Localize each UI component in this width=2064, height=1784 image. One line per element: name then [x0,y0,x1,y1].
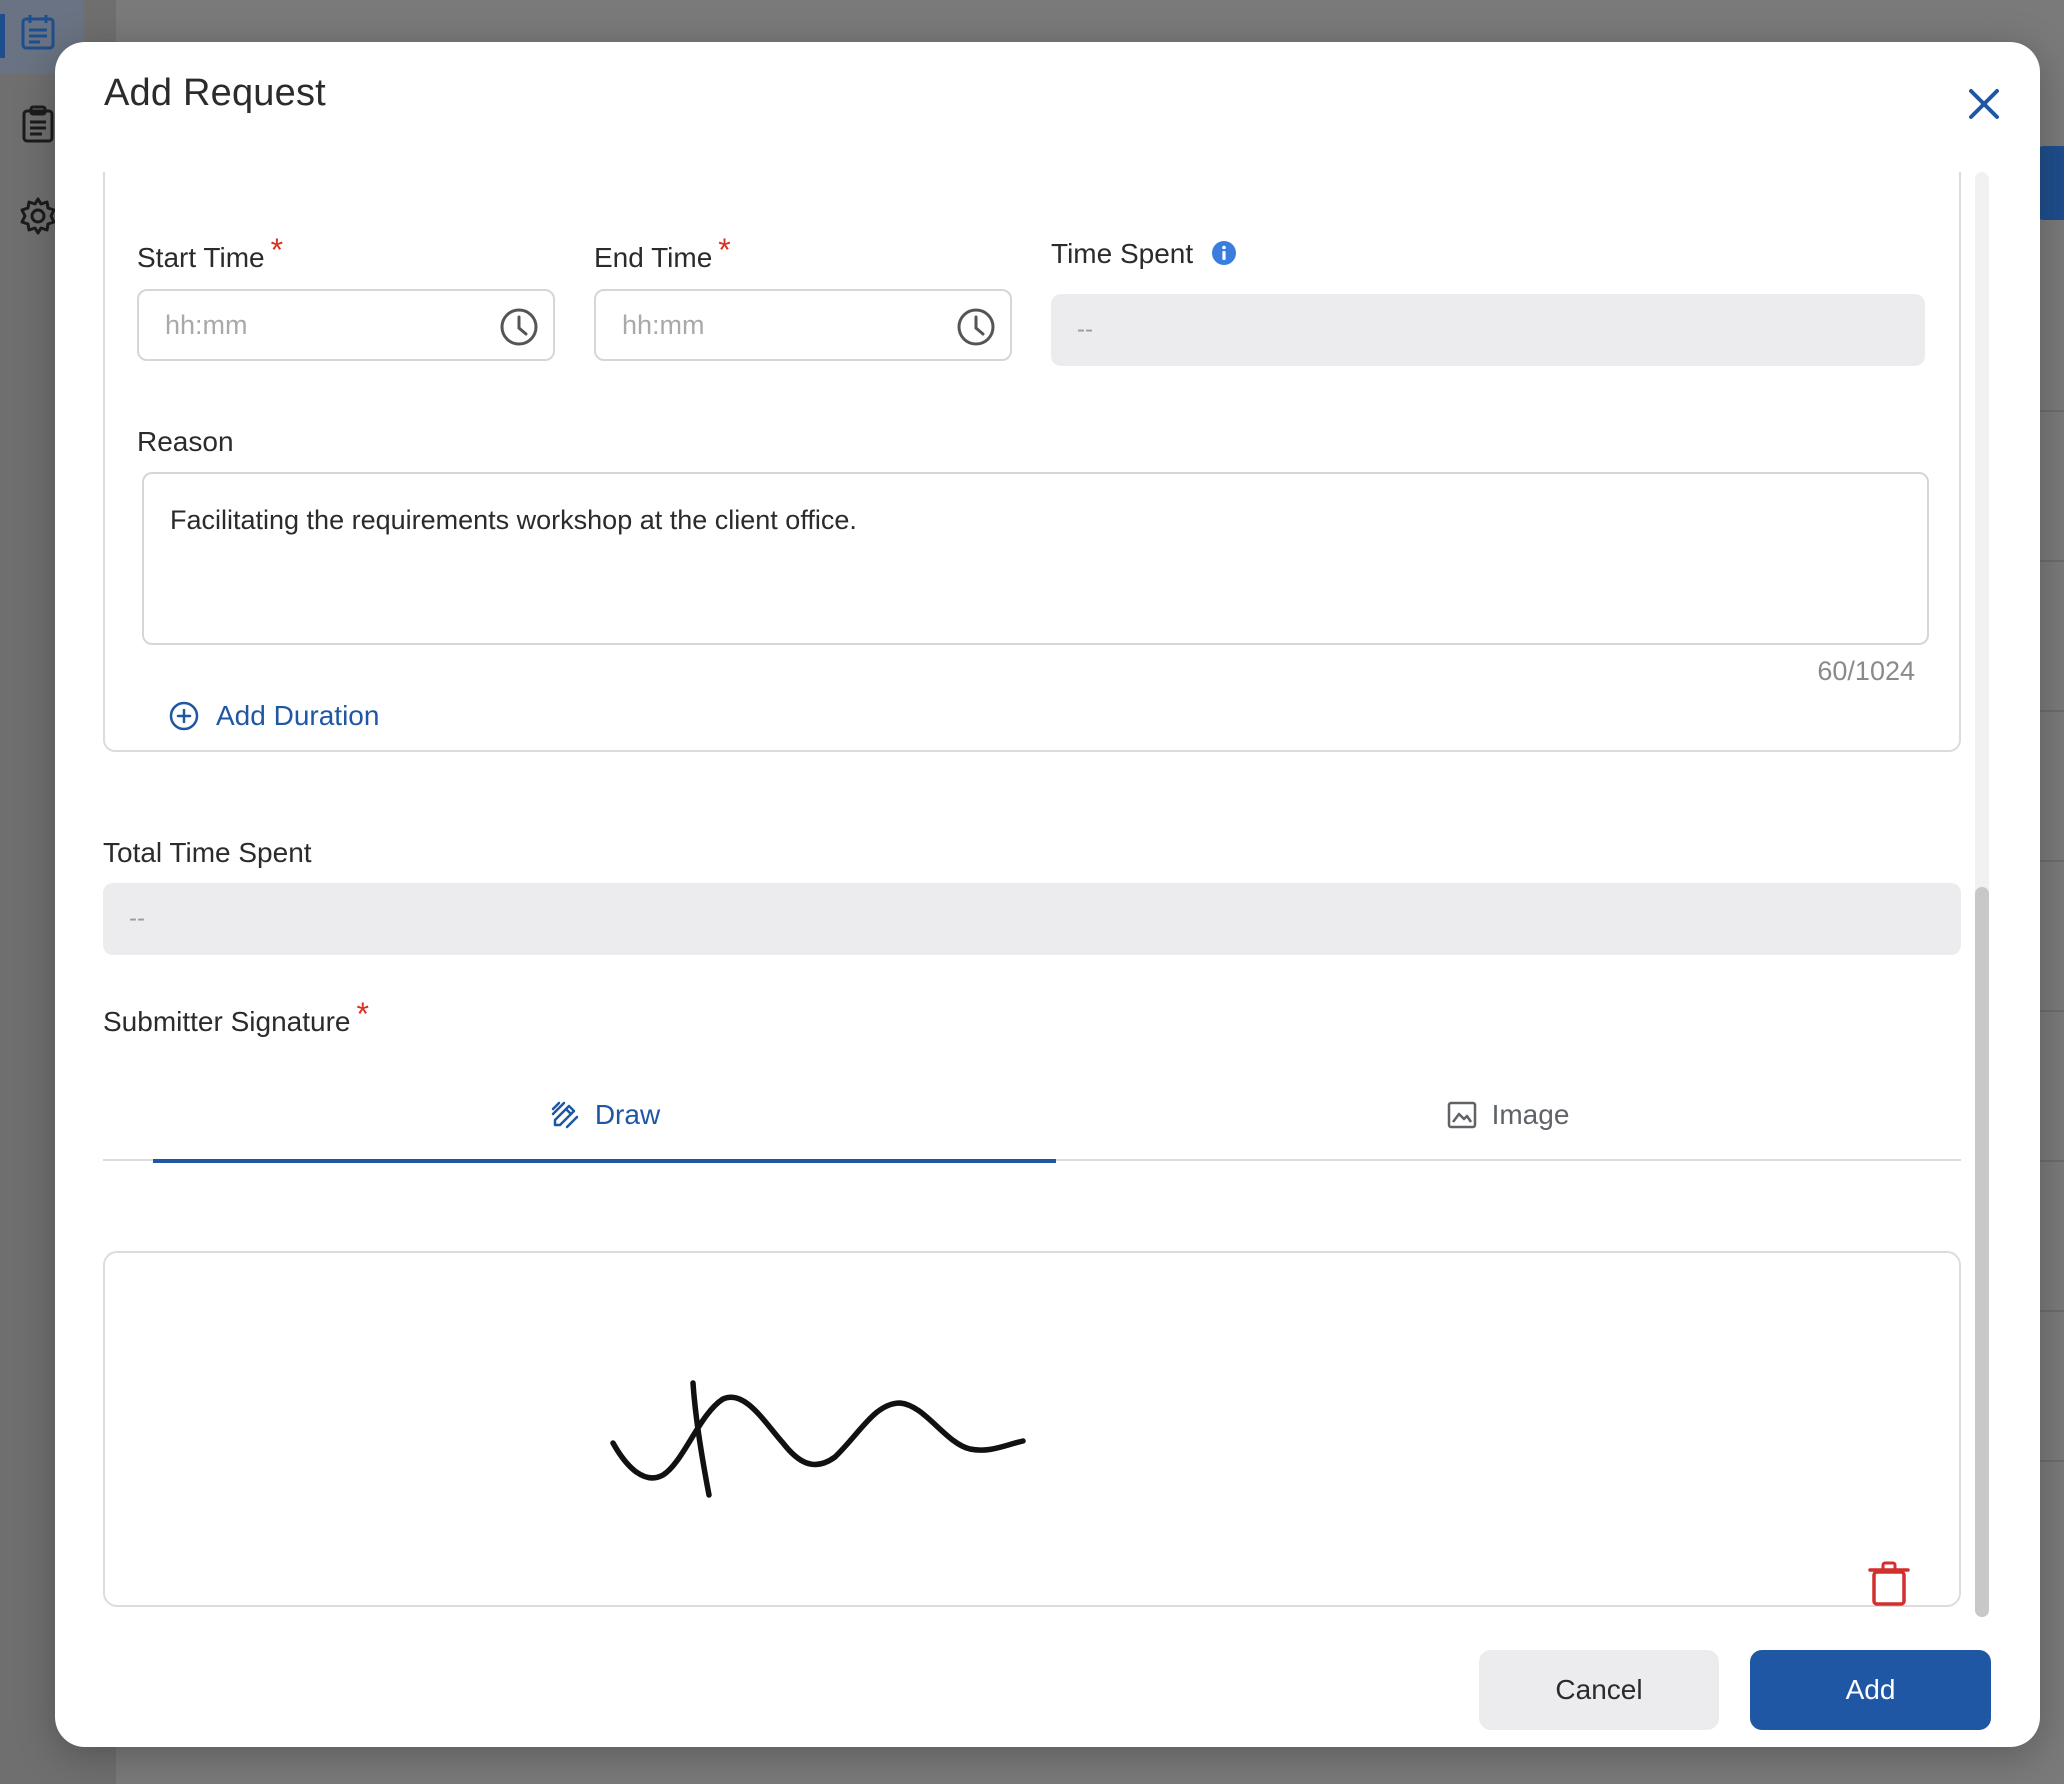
scrollbar-thumb[interactable] [1975,887,1989,1617]
time-spent-label-text: Time Spent [1051,238,1194,269]
time-spent-label: Time Spent [1051,238,1237,270]
cancel-button[interactable]: Cancel [1479,1650,1719,1730]
signature-pad[interactable] [103,1251,1961,1607]
total-time-spent-label: Total Time Spent [103,837,312,868]
add-request-dialog: Add Request Start Time * hh:mm End Time * … [55,42,2040,1747]
start-time-label: Start Time * [137,232,283,275]
close-button[interactable] [1960,80,2008,128]
tab-draw-label: Draw [594,1099,661,1130]
total-time-spent-field: -- [103,883,1961,955]
end-time-placeholder: hh:mm [622,309,705,340]
add-duration-label: Add Duration [216,700,380,731]
end-time-label-text: End Time [594,242,713,273]
start-time-label-text: Start Time [137,242,265,273]
background-divider [2038,1460,2064,1462]
required-mark: * [270,232,284,268]
info-icon[interactable] [1211,240,1237,266]
required-mark: * [356,996,369,1032]
tab-image-label: Image [1491,1099,1570,1130]
signature-drawing [610,1380,1026,1498]
clipboard-icon[interactable] [18,104,58,144]
background-divider [2038,410,2064,412]
background-divider [2038,860,2064,862]
required-mark: * [718,232,731,268]
start-time-placeholder: hh:mm [165,309,248,340]
tab-image[interactable]: Image [1056,1069,1959,1161]
background-divider [2038,1010,2064,1012]
plus-circle-icon [169,701,199,731]
end-time-label: End Time * [594,232,731,275]
clock-icon[interactable] [954,305,998,349]
close-icon [1969,89,1999,119]
reason-label: Reason [137,426,234,457]
background-divider [2038,560,2064,562]
sidebar-active-indicator [0,14,5,58]
tab-draw[interactable]: Draw [153,1069,1056,1163]
signature-label: Submitter Signature * [103,996,369,1039]
draw-icon [551,1101,579,1129]
reason-text: Facilitating the requirements workshop a… [170,505,857,535]
time-spent-field: -- [1051,294,1925,366]
duration-card [103,172,1961,752]
image-icon [1447,1101,1476,1129]
background-divider [2038,1160,2064,1162]
add-duration-button[interactable]: Add Duration [168,700,379,732]
time-spent-value: -- [1077,316,1093,343]
signature-tabs: Draw Image [103,1069,1961,1163]
start-time-input[interactable]: hh:mm [137,289,555,361]
trash-icon[interactable] [1868,1560,1910,1608]
total-time-spent-value: -- [129,905,145,932]
add-button[interactable]: Add [1750,1650,1991,1730]
clock-icon[interactable] [497,305,541,349]
background-divider [2038,710,2064,712]
background-divider [2038,1310,2064,1312]
dialog-title: Add Request [104,72,326,114]
signature-label-text: Submitter Signature [103,1006,351,1037]
gear-icon[interactable] [18,196,58,236]
end-time-input[interactable]: hh:mm [594,289,1012,361]
reason-textarea[interactable]: Facilitating the requirements workshop a… [142,472,1929,645]
character-counter: 60/1024 [1817,656,1915,686]
calendar-icon[interactable] [18,12,58,52]
